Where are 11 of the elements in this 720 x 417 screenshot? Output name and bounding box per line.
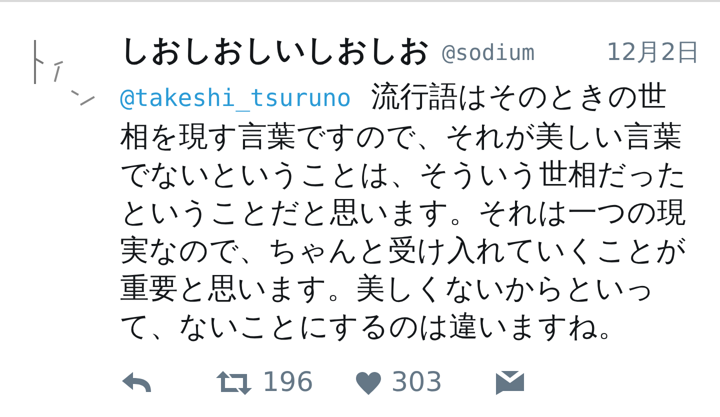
retweet-icon[interactable] bbox=[216, 371, 252, 396]
heart-icon[interactable] bbox=[356, 372, 381, 395]
tweet-date: 12月2日 bbox=[606, 37, 700, 68]
like-count: 303 bbox=[391, 366, 443, 400]
author-name: しおしおしいしおしお bbox=[120, 32, 430, 70]
mention-link[interactable]: @takeshi_tsuruno bbox=[120, 84, 352, 112]
retweet-count: 196 bbox=[262, 366, 314, 400]
reply-icon[interactable] bbox=[122, 372, 152, 394]
tweet-text: @takeshi_tsuruno 流行語はそのときの世相を現す言葉ですので、それが美しい言葉でないということは、そういう世相だったということだと思います。それは一つの現実なので、ちゃんと受け入れていくことが重要と思います。美しくないからといって、ないことにするのは違いますね。 bbox=[120, 78, 688, 345]
user-handle: @sodium bbox=[442, 40, 535, 68]
envelope-icon[interactable] bbox=[496, 371, 524, 396]
